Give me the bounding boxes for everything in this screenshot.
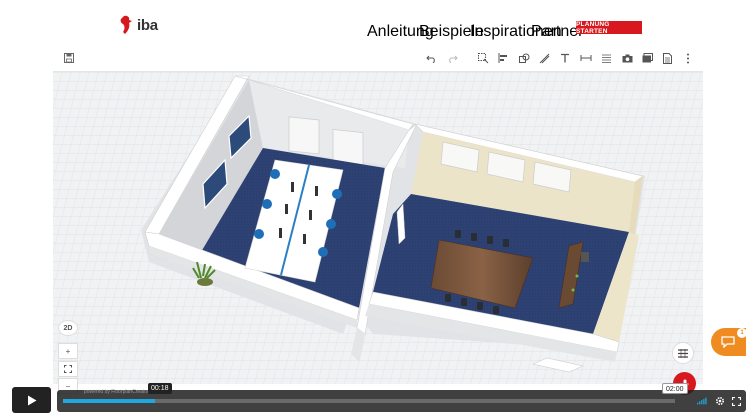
- coffee-machine: [581, 252, 589, 262]
- volume-icon[interactable]: [697, 396, 707, 406]
- text-icon[interactable]: [558, 51, 572, 65]
- plant-small: [571, 288, 575, 292]
- undo-icon[interactable]: [424, 51, 438, 65]
- camera-icon[interactable]: [620, 51, 634, 65]
- grid-list-icon: [678, 348, 688, 358]
- brand-name: iba: [137, 16, 158, 34]
- catalog-button[interactable]: [672, 342, 694, 364]
- more-icon[interactable]: [681, 51, 695, 65]
- brand-logo[interactable]: iba: [118, 14, 158, 36]
- office-chair: [318, 247, 328, 257]
- office-chair: [332, 189, 342, 199]
- align-icon[interactable]: [496, 51, 510, 65]
- zoom-in-button[interactable]: +: [58, 343, 78, 359]
- progress-fill: [63, 399, 155, 403]
- fit-screen-icon: [64, 365, 72, 373]
- view-mode-2d-button[interactable]: 2D: [58, 320, 78, 336]
- redo-icon[interactable]: [445, 51, 459, 65]
- editor-toolbar: [53, 44, 703, 72]
- plant-small: [575, 274, 579, 278]
- select-icon[interactable]: [476, 51, 490, 65]
- current-time: 00:18: [148, 383, 172, 394]
- settings-gear-icon[interactable]: [715, 396, 725, 406]
- measure-line-icon[interactable]: [537, 51, 551, 65]
- chat-icon: [721, 336, 735, 348]
- play-button[interactable]: [12, 387, 51, 413]
- floorplan-canvas[interactable]: [53, 72, 703, 384]
- fit-view-button[interactable]: [58, 361, 78, 377]
- office-chair: [262, 199, 272, 209]
- monitor: [315, 186, 318, 196]
- office-chair: [254, 229, 264, 239]
- gallery-icon[interactable]: [640, 51, 654, 65]
- office-chair: [270, 169, 280, 179]
- fullscreen-icon[interactable]: [731, 396, 741, 406]
- monitor: [285, 204, 288, 214]
- top-navigation: iba Anleitung Beispiele Inspirationen Pa…: [0, 0, 746, 44]
- document-icon[interactable]: [660, 51, 674, 65]
- total-time: 02:00: [662, 383, 688, 394]
- monitor: [303, 234, 306, 244]
- powered-by-label: powered by FloorplanCreator: [84, 389, 149, 395]
- monitor: [279, 228, 282, 238]
- floorplan-editor: [53, 44, 703, 384]
- texture-icon[interactable]: [599, 51, 613, 65]
- office-chair: [326, 219, 336, 229]
- shapes-icon[interactable]: [517, 51, 531, 65]
- dimension-icon[interactable]: [579, 51, 593, 65]
- video-player-controls: powered by FloorplanCreator 00:18 02:00: [0, 383, 746, 419]
- floorplan-3d-view[interactable]: [53, 72, 703, 384]
- save-icon[interactable]: [62, 51, 76, 65]
- start-planning-button[interactable]: PLANUNG STARTEN: [576, 21, 642, 35]
- play-icon: [27, 395, 36, 405]
- app-page: iba Anleitung Beispiele Inspirationen Pa…: [0, 0, 746, 419]
- monitor: [309, 210, 312, 220]
- chat-unread-badge: 1: [737, 328, 746, 338]
- bird-logo-icon: [120, 15, 132, 34]
- monitor: [291, 182, 294, 192]
- left-room-window-1: [288, 116, 320, 155]
